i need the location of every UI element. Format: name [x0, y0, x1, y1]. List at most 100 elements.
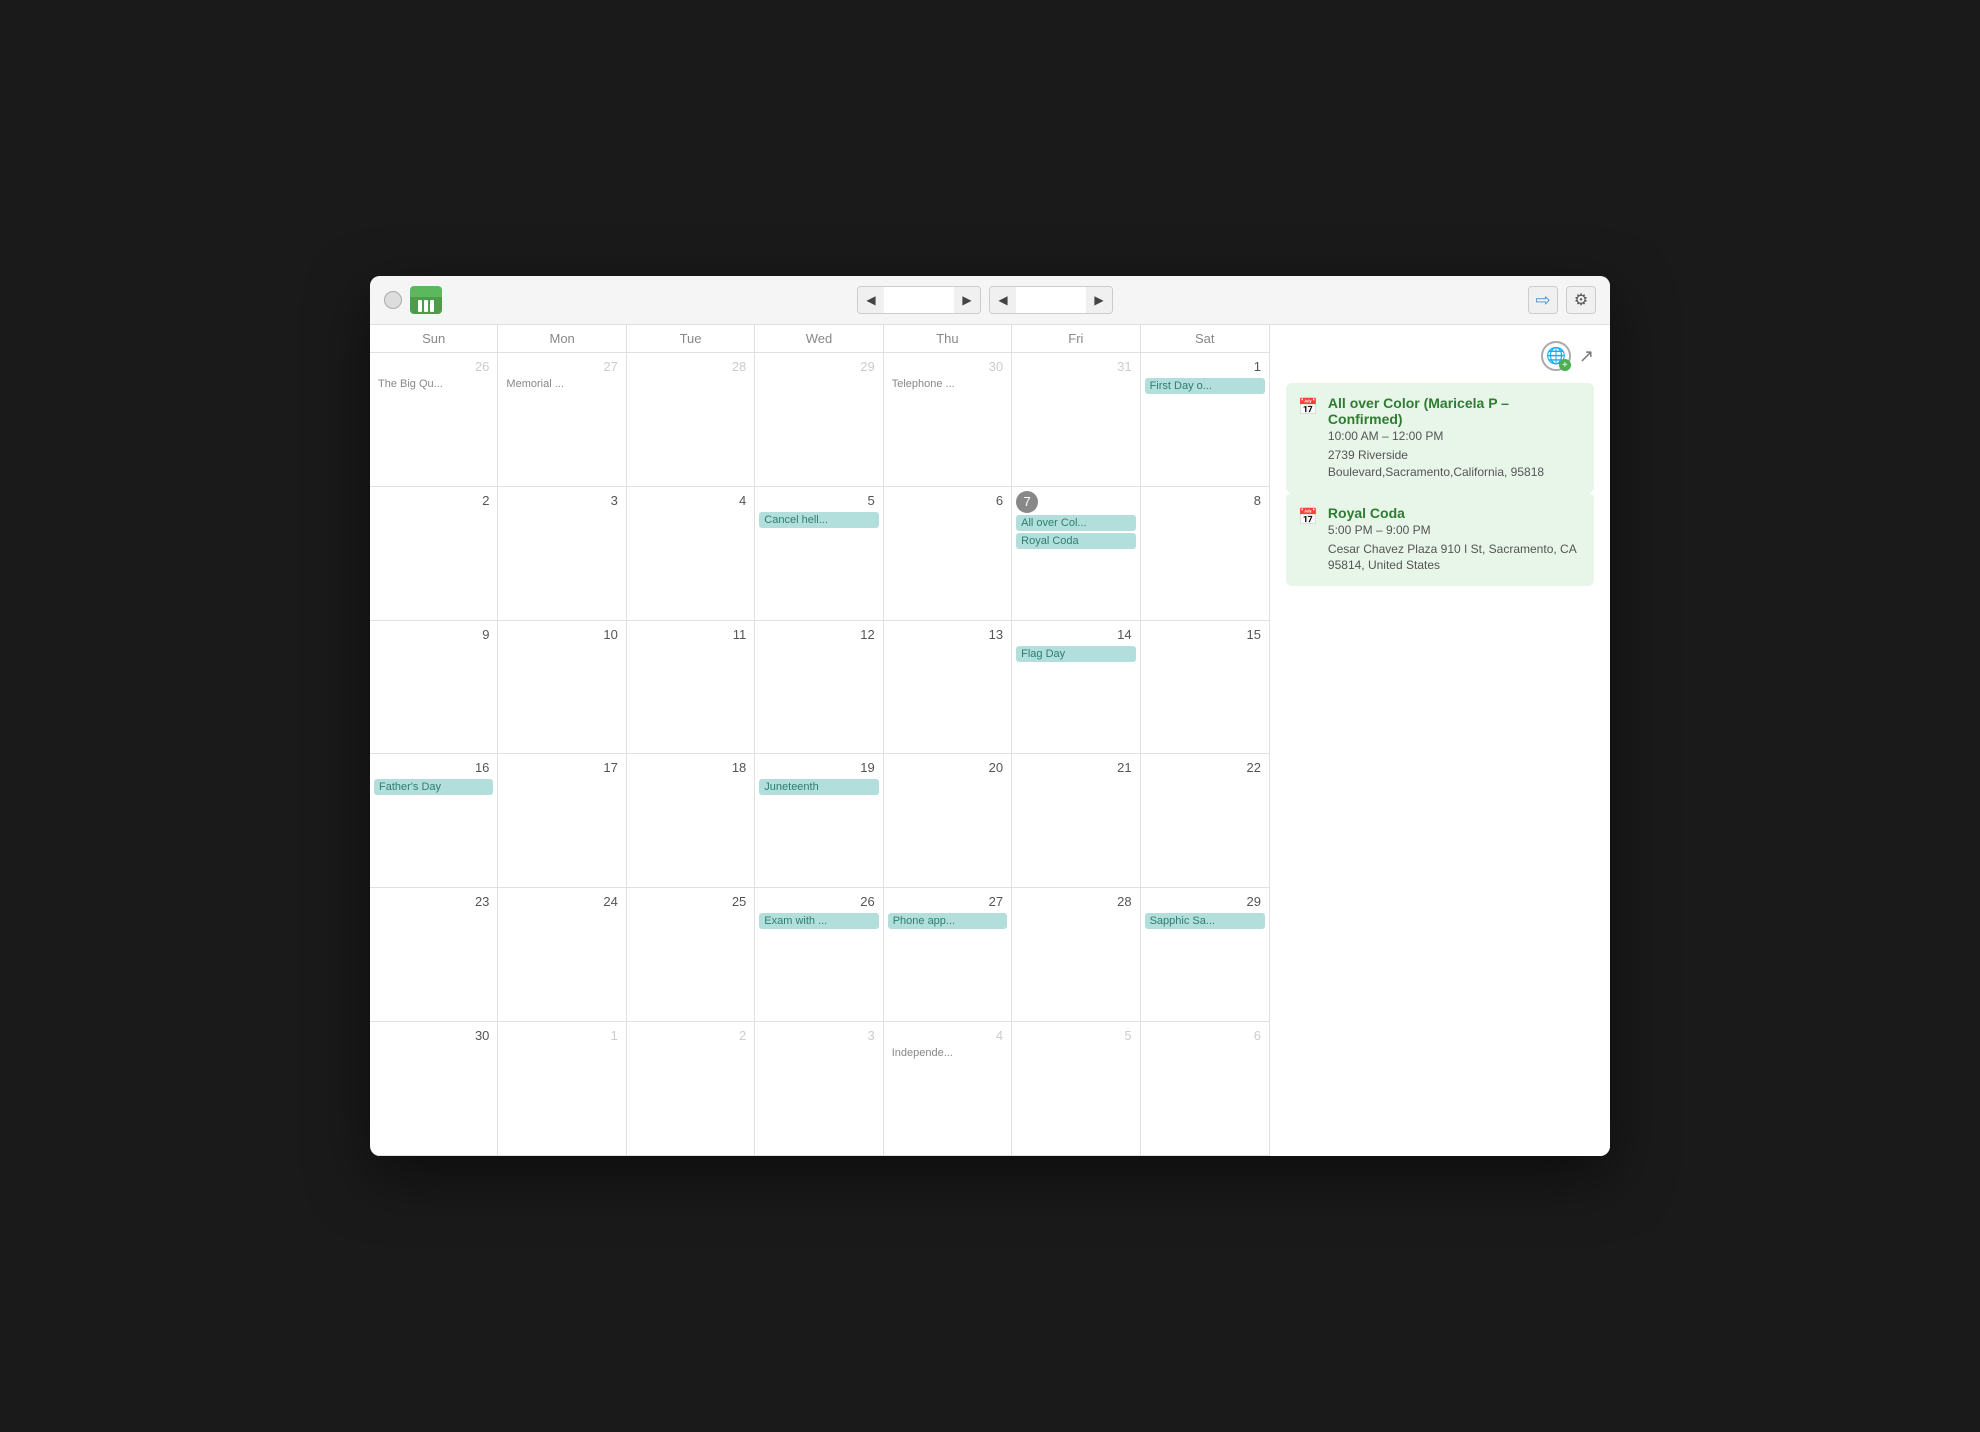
cal-cell[interactable]: 1 [498, 1022, 626, 1156]
day-number: 27 [502, 357, 621, 376]
day-header-tue: Tue [627, 325, 755, 352]
cal-cell[interactable]: 31 [1012, 353, 1140, 487]
cal-cell[interactable]: 29Sapphic Sa... [1141, 888, 1269, 1022]
calendar-event-icon: 📅 [1298, 397, 1318, 481]
cal-cell[interactable]: 25 [627, 888, 755, 1022]
day-number: 1 [502, 1026, 621, 1045]
cal-cell[interactable]: 4 [627, 487, 755, 621]
cal-cell[interactable]: 6 [1141, 1022, 1269, 1156]
day-header-wed: Wed [755, 325, 883, 352]
cal-cell[interactable]: 20 [884, 754, 1012, 888]
event-chip[interactable]: Memorial ... [502, 378, 621, 390]
event-chip[interactable]: All over Col... [1016, 515, 1135, 531]
event-chip[interactable]: Flag Day [1016, 646, 1135, 662]
close-button[interactable] [384, 291, 402, 309]
day-number: 6 [888, 491, 1007, 510]
event-address: Cesar Chavez Plaza 910 I St, Sacramento,… [1328, 541, 1582, 575]
cal-cell[interactable]: 6 [884, 487, 1012, 621]
prev-year-button[interactable]: ◀ [990, 287, 1016, 313]
cal-cell[interactable]: 3 [755, 1022, 883, 1156]
cal-cell[interactable]: 7 All over Col... Royal Coda [1012, 487, 1140, 621]
day-number: 4 [888, 1026, 1007, 1045]
cal-cell[interactable]: 14 Flag Day [1012, 621, 1140, 755]
cal-cell[interactable]: 22 [1141, 754, 1269, 888]
cal-cell[interactable]: 28 [1012, 888, 1140, 1022]
cal-cell[interactable]: 15 [1141, 621, 1269, 755]
day-number: 23 [374, 892, 493, 911]
event-chip[interactable]: Sapphic Sa... [1145, 913, 1265, 929]
day-header-mon: Mon [498, 325, 626, 352]
event-time: 10:00 AM – 12:00 PM [1328, 429, 1582, 443]
import-button[interactable]: ⇨ [1528, 286, 1558, 314]
cal-cell[interactable]: 30Telephone ... [884, 353, 1012, 487]
cal-cell[interactable]: 4 Independe... [884, 1022, 1012, 1156]
prev-month-button[interactable]: ◀ [858, 287, 884, 313]
event-time: 5:00 PM – 9:00 PM [1328, 523, 1582, 537]
cal-cell[interactable]: 29 [755, 353, 883, 487]
event-chip[interactable]: Cancel hell... [759, 512, 878, 528]
event-chip[interactable]: Telephone ... [888, 378, 1007, 390]
cal-cell[interactable]: 1First Day o... [1141, 353, 1269, 487]
day-number: 18 [631, 758, 750, 777]
cal-cell[interactable]: 21 [1012, 754, 1140, 888]
cal-cell[interactable]: 27 Memorial ... [498, 353, 626, 487]
cal-cell[interactable]: 28 [627, 353, 755, 487]
day-number: 16 [374, 758, 493, 777]
detail-event-card[interactable]: 📅Royal Coda5:00 PM – 9:00 PMCesar Chavez… [1286, 493, 1594, 587]
cal-cell[interactable]: 12 [755, 621, 883, 755]
day-number: 17 [502, 758, 621, 777]
day-headers: SunMonTueWedThuFriSat [370, 325, 1269, 353]
cal-cell[interactable]: 13 [884, 621, 1012, 755]
day-number: 2 [631, 1026, 750, 1045]
calendar-event-icon: 📅 [1298, 507, 1318, 575]
cal-cell[interactable]: 3 [498, 487, 626, 621]
cal-cell[interactable]: 23 [370, 888, 498, 1022]
cal-cell[interactable]: 2 [627, 1022, 755, 1156]
cal-cell[interactable]: 18 [627, 754, 755, 888]
cal-cell[interactable]: 24 [498, 888, 626, 1022]
event-chip[interactable]: Independe... [888, 1047, 1007, 1059]
calendar-icon[interactable] [410, 286, 442, 314]
cal-cell[interactable]: 9 [370, 621, 498, 755]
event-chip[interactable]: Juneteenth [759, 779, 878, 795]
day-number: 11 [631, 625, 750, 644]
next-month-button[interactable]: ▶ [954, 287, 980, 313]
next-year-button[interactable]: ▶ [1086, 287, 1112, 313]
cal-cell[interactable]: 26Exam with ... [755, 888, 883, 1022]
cal-cell[interactable]: 2 [370, 487, 498, 621]
cal-cell[interactable]: 11 [627, 621, 755, 755]
day-number: 2 [374, 491, 493, 510]
detail-event-card[interactable]: 📅All over Color (Maricela P – Confirmed)… [1286, 383, 1594, 493]
cal-cell[interactable]: 26The Big Qu... [370, 353, 498, 487]
event-chip[interactable]: Phone app... [888, 913, 1007, 929]
event-chip[interactable]: Royal Coda [1016, 533, 1135, 549]
cal-cell[interactable]: 10 [498, 621, 626, 755]
event-chip[interactable]: The Big Qu... [374, 378, 493, 390]
day-header-fri: Fri [1012, 325, 1140, 352]
cal-cell[interactable]: 27Phone app... [884, 888, 1012, 1022]
day-number: 8 [1145, 491, 1265, 510]
day-number: 3 [759, 1026, 878, 1045]
expand-icon[interactable]: ↗ [1579, 346, 1594, 367]
cal-cell[interactable]: 5 [1012, 1022, 1140, 1156]
day-number: 25 [631, 892, 750, 911]
cal-cell[interactable]: 17 [498, 754, 626, 888]
settings-button[interactable]: ⚙ [1566, 286, 1596, 314]
day-number: 28 [1016, 892, 1135, 911]
main-content: SunMonTueWedThuFriSat 26The Big Qu...27M… [370, 325, 1610, 1156]
detail-header-icons: 🌐 + ↗ [1541, 341, 1594, 371]
event-chip[interactable]: Exam with ... [759, 913, 878, 929]
cal-cell[interactable]: 19Juneteenth [755, 754, 883, 888]
cal-cell[interactable]: 16 Father's Day [370, 754, 498, 888]
day-number: 12 [759, 625, 878, 644]
cal-cell[interactable]: 8 [1141, 487, 1269, 621]
event-chip[interactable]: Father's Day [374, 779, 493, 795]
cal-cell[interactable]: 5Cancel hell... [755, 487, 883, 621]
event-chip[interactable]: First Day o... [1145, 378, 1265, 394]
globe-icon[interactable]: 🌐 + [1541, 341, 1571, 371]
detail-header: 🌐 + ↗ [1286, 341, 1594, 371]
day-number: 7 [1016, 491, 1038, 513]
globe-plus-icon: + [1559, 359, 1571, 371]
cal-cell[interactable]: 30 [370, 1022, 498, 1156]
day-number: 14 [1016, 625, 1135, 644]
